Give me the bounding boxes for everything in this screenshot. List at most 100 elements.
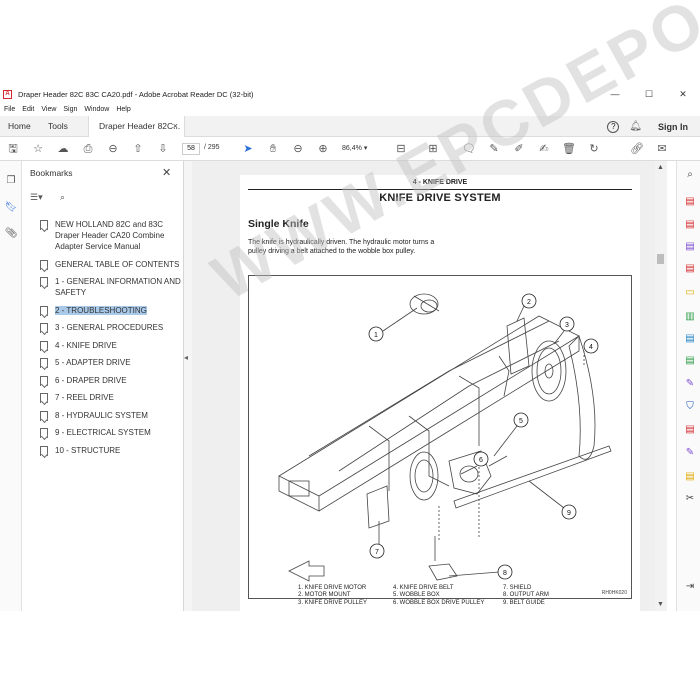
search-icon[interactable]: ⌕ (683, 169, 697, 183)
bookmark-item[interactable]: 9 - ELECTRICAL SYSTEM (38, 427, 182, 438)
zoom-out-icon[interactable]: ⊖ (106, 142, 120, 156)
export-pdf-icon[interactable]: ▤ (683, 196, 697, 210)
bookmark-options-icon[interactable]: ☰▾ (30, 192, 43, 203)
create-pdf-icon[interactable]: ▤ (683, 219, 697, 233)
scroll-down-icon[interactable]: ▼ (657, 601, 664, 608)
bookmark-item[interactable]: 1 - GENERAL INFORMATION AND SAFETY (38, 276, 182, 298)
bookmarks-panel: ❐ 🔖︎ 📎︎ Bookmarks ✕ ☰▾ ⌕ NEW HOLLAND 82C… (0, 161, 184, 611)
undo-icon[interactable]: ↻ (587, 142, 601, 156)
bookmark-flag-icon (40, 393, 48, 403)
menu-window[interactable]: Window (84, 106, 109, 113)
protect-icon[interactable]: ⛉ (683, 401, 697, 415)
print-icon[interactable]: ⎙ (81, 142, 95, 156)
bookmark-item[interactable]: 5 - ADAPTER DRIVE (38, 357, 182, 368)
svg-text:2: 2 (527, 299, 531, 306)
zoom-select[interactable]: 86,4% ▾ (342, 144, 367, 152)
callout-6: 6 (473, 451, 489, 467)
bookmark-item[interactable]: GENERAL TABLE OF CONTENTS (38, 259, 182, 270)
comment-tool-icon[interactable]: ▭ (683, 287, 697, 301)
minus-icon[interactable]: ⊖ (291, 142, 305, 156)
scan-icon[interactable]: ▤ (683, 333, 697, 347)
organize-pages-icon[interactable]: ▥ (683, 311, 697, 325)
close-icon[interactable]: ✕ (162, 166, 171, 179)
callout-4: 4 (583, 338, 599, 354)
bookmark-item[interactable]: 7 - REEL DRIVE (38, 392, 182, 403)
collapse-panel-icon[interactable]: ◂ (184, 353, 188, 362)
tab-document-label: Draper Header 82C... (99, 121, 181, 131)
callout-5: 5 (513, 412, 529, 428)
send-track-icon[interactable]: ▤ (683, 471, 697, 485)
scroll-thumb[interactable] (657, 254, 664, 264)
notification-bell-icon[interactable]: 🔔︎ (629, 121, 642, 132)
combine-files-icon[interactable]: ▤ (683, 263, 697, 277)
svg-text:4: 4 (589, 344, 593, 351)
find-bookmark-icon[interactable]: ⌕ (60, 192, 65, 203)
panel-splitter[interactable]: ◂ (184, 161, 192, 611)
menu-view[interactable]: View (41, 106, 56, 113)
tab-close-icon[interactable]: × (173, 116, 178, 137)
menu-sign[interactable]: Sign (63, 106, 77, 113)
scroll-up-icon[interactable]: ▲ (657, 164, 664, 171)
zoom-value: 86,4% (342, 145, 362, 152)
page-down-icon[interactable]: ⇩ (156, 142, 170, 156)
close-window-button[interactable]: ✕ (666, 86, 700, 103)
attachments-icon[interactable]: 📎︎ (4, 228, 18, 242)
delete-icon[interactable]: 🗑︎ (562, 142, 576, 156)
bookmark-item[interactable]: 3 - GENERAL PROCEDURES (38, 322, 182, 333)
diagram-drawing: 1 2 3 4 5 6 7 8 9 (278, 293, 612, 582)
more-tools-icon[interactable]: ✂ (683, 493, 697, 507)
hand-icon[interactable]: ✋︎ (266, 142, 280, 156)
edit-pdf-icon[interactable]: ▤ (683, 241, 697, 255)
svg-text:3: 3 (565, 322, 569, 329)
page-number-input[interactable]: 58 (182, 143, 200, 155)
bookmark-label: GENERAL TABLE OF CONTENTS (55, 259, 180, 269)
send-for-signature-icon[interactable]: ▤ (683, 424, 697, 438)
bookmark-label: NEW HOLLAND 82C and 83C Draper Header CA… (55, 220, 165, 251)
bookmark-label: 1 - GENERAL INFORMATION AND SAFETY (55, 277, 181, 297)
sign-in-button[interactable]: Sign In (658, 122, 688, 132)
legend-item: 7. SHIELD (503, 585, 532, 591)
bookmark-item[interactable]: 10 - STRUCTURE (38, 445, 182, 456)
page-up-icon[interactable]: ⇧ (131, 142, 145, 156)
legend-item: 4. KNIFE DRIVE BELT (393, 585, 454, 591)
menu-edit[interactable]: Edit (22, 106, 34, 113)
fill-sign-icon[interactable]: ✎ (683, 378, 697, 392)
left-nav-rail: ❐ 🔖︎ 📎︎ (0, 161, 22, 611)
email-icon[interactable]: ✉ (655, 142, 669, 156)
plus-icon[interactable]: ⊕ (316, 142, 330, 156)
upload-icon[interactable]: ☁ (56, 142, 70, 156)
exploded-diagram: 1 2 3 4 5 6 7 8 9 RH0HK020 (248, 275, 632, 599)
vertical-scrollbar[interactable]: ▲ ▼ (655, 161, 667, 611)
bookmark-flag-icon (40, 277, 48, 287)
bookmark-flag-icon (40, 323, 48, 333)
tab-document[interactable]: Draper Header 82C... × (88, 116, 185, 138)
collapse-rail-icon[interactable]: ⇥ (683, 581, 697, 595)
select-cursor-icon[interactable]: ➤ (241, 142, 255, 156)
page-thumbnails-icon[interactable]: ❐ (4, 175, 18, 189)
main-toolbar: 🖫 ☆ ☁ ⎙ ⊖ ⇧ ⇩ 58 / 295 ➤ ✋︎ ⊖ ⊕ 86,4% ▾ … (0, 137, 700, 161)
bookmark-star-icon[interactable]: ☆ (31, 142, 45, 156)
menu-file[interactable]: File (4, 106, 15, 113)
bookmark-item-active[interactable]: 2 - TROUBLESHOOTING (38, 305, 182, 316)
tab-tools[interactable]: Tools (48, 116, 68, 137)
bookmark-label: 4 - KNIFE DRIVE (55, 340, 117, 350)
menu-help[interactable]: Help (116, 106, 130, 113)
bookmark-label: 10 - STRUCTURE (55, 445, 121, 455)
bookmarks-icon[interactable]: 🔖︎ (4, 202, 18, 216)
bookmark-item[interactable]: NEW HOLLAND 82C and 83C Draper Header CA… (38, 219, 182, 252)
bookmark-label: 2 - TROUBLESHOOTING (55, 305, 147, 315)
bookmark-item[interactable]: 4 - KNIFE DRIVE (38, 340, 182, 351)
bookmark-list: NEW HOLLAND 82C and 83C Draper Header CA… (38, 219, 182, 462)
bookmark-item[interactable]: 8 - HYDRAULIC SYSTEM (38, 410, 182, 421)
bookmark-item[interactable]: 6 - DRAPER DRIVE (38, 375, 182, 386)
compress-icon[interactable]: ▤ (683, 355, 697, 369)
bookmark-label: 8 - HYDRAULIC SYSTEM (55, 410, 148, 420)
bookmark-flag-icon (40, 445, 48, 456)
save-icon[interactable]: 🖫 (6, 142, 20, 156)
tab-home[interactable]: Home (8, 116, 31, 137)
share-link-icon[interactable]: 🔗︎ (630, 142, 644, 156)
svg-text:6: 6 (479, 457, 483, 464)
help-icon[interactable]: ? (607, 120, 620, 133)
certificates-icon[interactable]: ✎ (683, 447, 697, 461)
legend-column: 4. KNIFE DRIVE BELT 5. WOBBLE BOX 6. WOB… (393, 585, 513, 607)
